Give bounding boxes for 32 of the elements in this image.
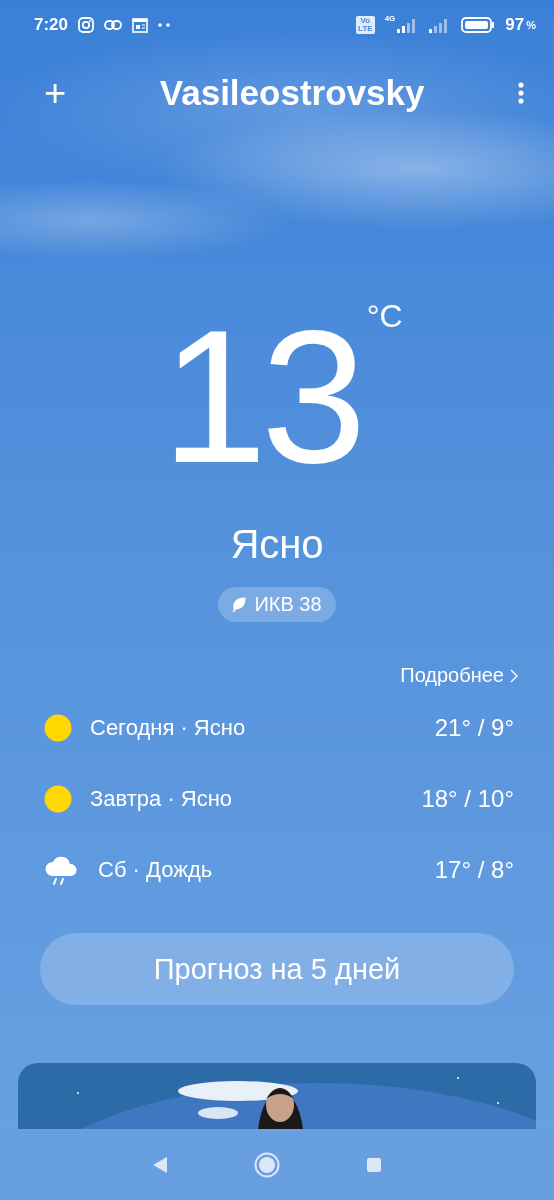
percent-sign: %	[526, 19, 536, 31]
forecast-temperatures: 17° / 8°	[434, 856, 514, 884]
more-options-icon[interactable]	[518, 82, 524, 104]
details-link[interactable]: Подробнее	[400, 664, 518, 687]
forecast-day-label: Сегодня · Ясно	[90, 715, 247, 741]
forecast-day-label: Завтра · Ясно	[90, 786, 234, 812]
five-day-forecast-button[interactable]: Прогноз на 5 дней	[40, 933, 514, 1005]
volte-badge: Vo LTE	[356, 16, 375, 34]
forecast-temperatures: 21° / 9°	[434, 714, 514, 742]
chevron-right-icon	[510, 668, 518, 683]
forecast-day-label: Сб · Дождь	[98, 857, 214, 883]
forecast-temperatures: 18° / 10°	[421, 785, 514, 813]
back-icon[interactable]	[152, 1155, 168, 1174]
camera-app-icon	[78, 17, 95, 33]
calendar-icon	[132, 17, 149, 33]
add-city-button[interactable]: +	[44, 74, 67, 112]
temperature-unit: °C	[366, 298, 403, 336]
more-notifications-icon	[158, 23, 171, 27]
link-icon	[104, 20, 123, 30]
sun-icon	[44, 785, 72, 813]
battery-icon	[461, 17, 496, 33]
clock-time: 7:20	[34, 15, 69, 35]
leaf-icon	[232, 596, 247, 613]
battery-percent: 97	[505, 15, 525, 35]
recents-icon[interactable]	[366, 1156, 382, 1173]
network-type: 4G	[384, 14, 396, 23]
home-icon[interactable]	[254, 1151, 280, 1178]
sun-icon	[44, 714, 72, 742]
current-temperature: 13	[161, 296, 361, 496]
current-condition: Ясно	[229, 522, 325, 567]
city-name: Vasileostrovsky	[159, 73, 425, 113]
air-quality-badge[interactable]: ИКВ 38	[218, 587, 336, 622]
